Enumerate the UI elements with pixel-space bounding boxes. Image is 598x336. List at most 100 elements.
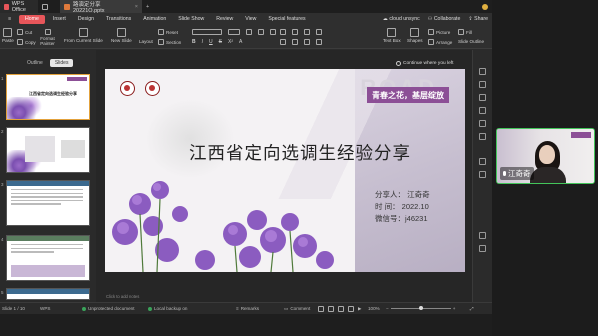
normal-view-icon[interactable]	[318, 305, 324, 312]
align-left-icon[interactable]	[280, 39, 286, 45]
participant-name-tag: 江奇奇	[500, 167, 534, 180]
avatar[interactable]	[482, 3, 488, 10]
close-tab-icon[interactable]: ×	[135, 4, 138, 10]
decrease-font-icon[interactable]	[258, 29, 264, 35]
zoom-slider[interactable]: − +	[386, 306, 455, 311]
backup-status[interactable]: Local backup on	[148, 306, 187, 311]
menu-home[interactable]: Home	[19, 14, 45, 24]
outdent-icon[interactable]	[316, 29, 322, 35]
slide-thumbnail-1[interactable]: 江西省定向选调生经验分享	[6, 74, 90, 120]
italic-icon[interactable]: I	[202, 39, 203, 45]
font-color-icon[interactable]: A	[239, 39, 242, 45]
cut-button[interactable]: Cut	[17, 29, 32, 35]
menu-transitions[interactable]: Transitions	[100, 13, 137, 25]
paste-button[interactable]: Paste	[2, 28, 14, 43]
share-button[interactable]: ⇪ Share	[468, 16, 488, 22]
tab-wps-office[interactable]: WPS Office	[0, 0, 38, 13]
from-current-slide-button[interactable]: From Current Slide	[64, 28, 103, 43]
tab-outline[interactable]: Outline	[22, 59, 48, 67]
more-icon[interactable]	[479, 245, 486, 252]
menu-icon[interactable]: ≡	[2, 13, 17, 25]
indent-icon[interactable]	[304, 29, 310, 35]
picture-label: Picture	[436, 29, 451, 35]
menu-design[interactable]: Design	[72, 13, 100, 25]
new-tab-button[interactable]: +	[142, 0, 154, 13]
shapes-button[interactable]: Shapes	[407, 28, 423, 43]
copy-button[interactable]: Copy	[17, 39, 36, 45]
split-view-icon[interactable]	[348, 305, 354, 312]
tab-current-file[interactable]: 路演定分享20221O.pptx ×	[60, 0, 142, 14]
settings-icon[interactable]	[479, 158, 486, 165]
menu-review[interactable]: Review	[210, 13, 239, 25]
menu-animation[interactable]: Animation	[137, 13, 172, 25]
protection-status[interactable]: Unprotected document	[82, 306, 134, 311]
cloud-unsync-button[interactable]: ☁ cloud unsync	[383, 16, 420, 22]
picture-button[interactable]: Picture	[428, 29, 450, 35]
collaborate-button[interactable]: ⚇ Collaborate	[428, 16, 461, 22]
slide-thumbnail-5[interactable]	[6, 288, 90, 300]
animation-icon[interactable]	[479, 120, 486, 127]
star-icon[interactable]	[479, 81, 486, 88]
align-right-icon[interactable]	[304, 39, 310, 45]
layout-button[interactable]: Layout	[139, 39, 153, 44]
format-painter-button[interactable]: Format Painter	[40, 29, 55, 46]
arrange-button[interactable]: Arrange	[428, 39, 452, 45]
cloud-backup-icon	[148, 306, 152, 311]
section-button[interactable]: Section	[158, 39, 181, 45]
reading-view-icon[interactable]	[338, 305, 344, 312]
bullets-icon[interactable]	[280, 29, 286, 35]
underline-icon[interactable]: U	[209, 39, 213, 45]
shape-style-icon[interactable]	[479, 94, 486, 101]
paste-label: Paste	[2, 38, 14, 43]
menu-special-features[interactable]: Special features	[262, 13, 311, 25]
notes-placeholder[interactable]: Click to add notes	[106, 294, 139, 299]
share-label: Share	[474, 16, 488, 22]
continue-banner[interactable]: Continue where you left	[396, 61, 453, 66]
clear-format-icon[interactable]	[270, 29, 276, 35]
strike-icon[interactable]: S	[219, 39, 222, 45]
menu-view[interactable]: View	[239, 13, 262, 25]
zoom-out-icon[interactable]: −	[386, 306, 389, 311]
increase-font-icon[interactable]	[246, 29, 252, 35]
remarks-icon: ≡	[236, 306, 239, 311]
superscript-icon[interactable]: X²	[228, 39, 233, 45]
justify-icon[interactable]	[316, 39, 322, 45]
comment-button[interactable]: ▭ Comment	[284, 306, 310, 312]
sorter-view-icon[interactable]	[328, 305, 334, 312]
text-box-button[interactable]: Text Box	[383, 28, 401, 43]
fill-button[interactable]: Fill	[458, 29, 472, 35]
font-name-dropdown[interactable]	[192, 29, 222, 35]
menu-insert[interactable]: Insert	[47, 13, 72, 25]
tab-slides[interactable]: Slides	[49, 59, 74, 67]
bold-icon[interactable]: B	[192, 39, 196, 45]
new-slide-label: New Slide	[111, 38, 132, 43]
slide-thumbnail-2[interactable]	[6, 127, 90, 173]
participant-video-tile[interactable]: 江奇奇	[496, 128, 595, 184]
layers-icon[interactable]	[479, 232, 486, 239]
copy-format-icon[interactable]	[479, 107, 486, 114]
text-box-icon	[387, 28, 397, 37]
slide-outline-button[interactable]: Slide Outline	[458, 39, 484, 44]
tab-home-docs[interactable]	[38, 0, 60, 13]
reset-button[interactable]: Reset	[158, 29, 178, 35]
slide-thumbnail-3[interactable]	[6, 180, 90, 226]
slide-canvas[interactable]: ROAD 青春之花，基层绽放 江西省定向选调生经验分享 分享人： 江奇奇 时 间…	[105, 69, 465, 272]
new-slide-button[interactable]: New Slide	[111, 28, 132, 43]
zoom-thumb[interactable]	[418, 306, 423, 310]
property-icon[interactable]	[479, 68, 486, 75]
play-slideshow-icon[interactable]: ▶	[358, 306, 362, 312]
remarks-button[interactable]: ≡ Remarks	[236, 306, 259, 311]
numbering-icon[interactable]	[292, 29, 298, 35]
history-icon[interactable]	[479, 133, 486, 140]
menu-slide-show[interactable]: Slide Show	[172, 13, 210, 25]
align-center-icon[interactable]	[292, 39, 298, 45]
title-bar: WPS Office 路演定分享20221O.pptx × +	[0, 0, 492, 14]
slide-thumbnail-4[interactable]	[6, 235, 90, 281]
slide-number-5: 5	[1, 290, 4, 295]
info-icon	[396, 61, 401, 66]
zoom-level[interactable]: 100%	[368, 306, 380, 311]
font-size-dropdown[interactable]	[228, 29, 240, 35]
help-icon[interactable]	[479, 171, 486, 178]
zoom-in-icon[interactable]: +	[453, 306, 456, 311]
fit-icon[interactable]: ⤢	[470, 306, 474, 311]
